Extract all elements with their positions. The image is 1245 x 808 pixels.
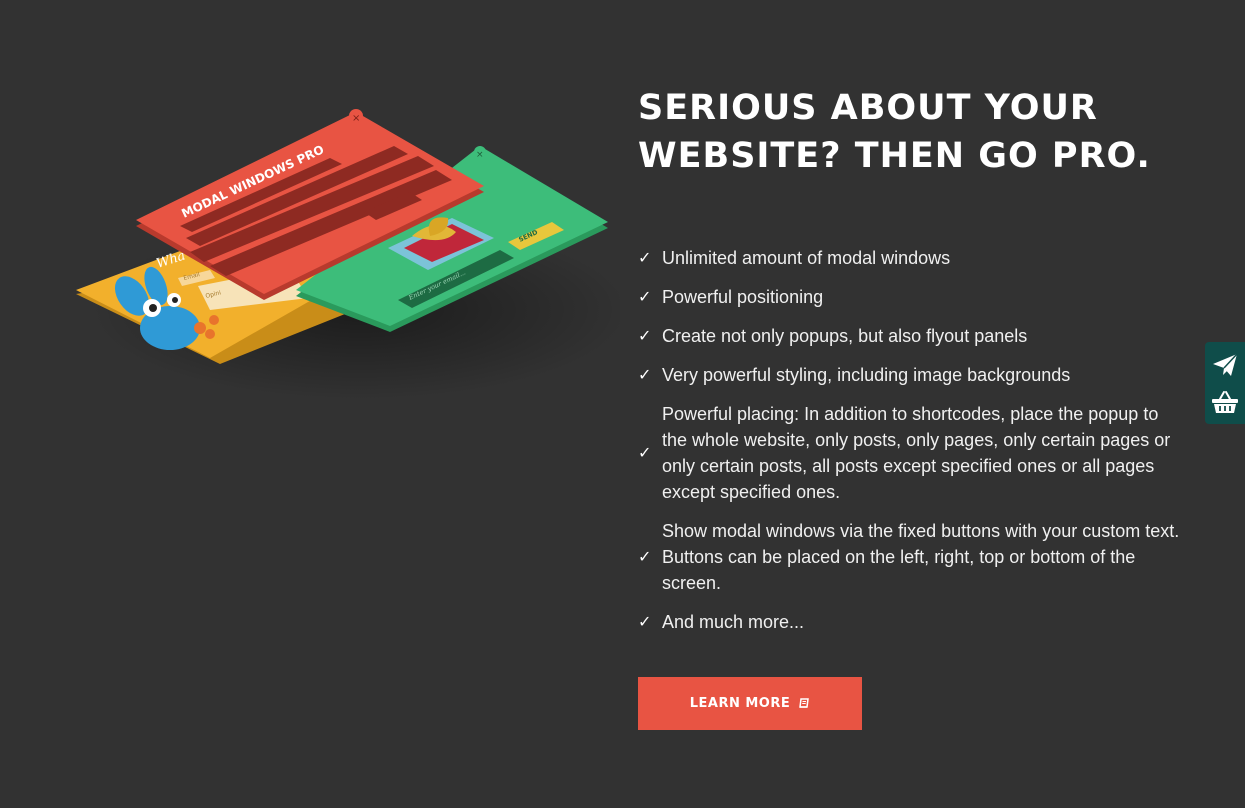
learn-more-button[interactable]: LEARN MORE xyxy=(638,677,862,730)
shop-button[interactable] xyxy=(1205,383,1245,420)
feature-text: Show modal windows via the fixed buttons… xyxy=(662,521,1180,593)
contact-button[interactable] xyxy=(1205,346,1245,383)
feature-text: Unlimited amount of modal windows xyxy=(662,248,951,268)
green-card-close-icon: × xyxy=(476,150,484,160)
feature-text: Powerful positioning xyxy=(662,287,824,307)
check-icon: ✓ xyxy=(638,547,652,566)
list-item: ✓ Show modal windows via the fixed butto… xyxy=(638,518,1183,596)
check-icon: ✓ xyxy=(638,326,652,345)
feature-text: Create not only popups, but also flyout … xyxy=(662,326,1028,346)
list-item: ✓ Unlimited amount of modal windows xyxy=(638,245,1183,271)
check-icon: ✓ xyxy=(638,365,652,384)
page: Wha Email Opini × Enter your email... SE… xyxy=(0,0,1245,808)
list-item: ✓ Create not only popups, but also flyou… xyxy=(638,323,1183,349)
check-icon: ✓ xyxy=(638,612,652,631)
list-item: ✓ Powerful placing: In addition to short… xyxy=(638,401,1183,505)
feature-text: Powerful placing: In addition to shortco… xyxy=(662,404,1171,502)
list-item: ✓ Very powerful styling, including image… xyxy=(638,362,1183,388)
feature-text: Very powerful styling, including image b… xyxy=(662,365,1071,385)
check-icon: ✓ xyxy=(638,287,652,306)
learn-more-label: LEARN MORE xyxy=(689,696,791,711)
floating-side-buttons xyxy=(1205,342,1245,424)
list-item: ✓ Powerful positioning xyxy=(638,284,1183,310)
features-list: ✓ Unlimited amount of modal windows ✓ Po… xyxy=(638,245,1183,635)
modal-windows-illustration: Wha Email Opini × Enter your email... SE… xyxy=(76,109,620,400)
headline: SERIOUS ABOUT YOUR WEBSITE? THEN GO PRO. xyxy=(638,88,1151,176)
book-icon xyxy=(798,697,810,710)
check-icon: ✓ xyxy=(638,443,652,462)
pro-features-section: SERIOUS ABOUT YOUR WEBSITE? THEN GO PRO.… xyxy=(638,84,1183,648)
basket-icon xyxy=(1212,390,1238,413)
feature-text: And much more... xyxy=(662,612,805,632)
red-card-close-icon: × xyxy=(352,113,360,124)
list-item: ✓ And much more... xyxy=(638,609,1183,635)
check-icon: ✓ xyxy=(638,248,652,267)
paper-plane-icon xyxy=(1213,352,1238,376)
